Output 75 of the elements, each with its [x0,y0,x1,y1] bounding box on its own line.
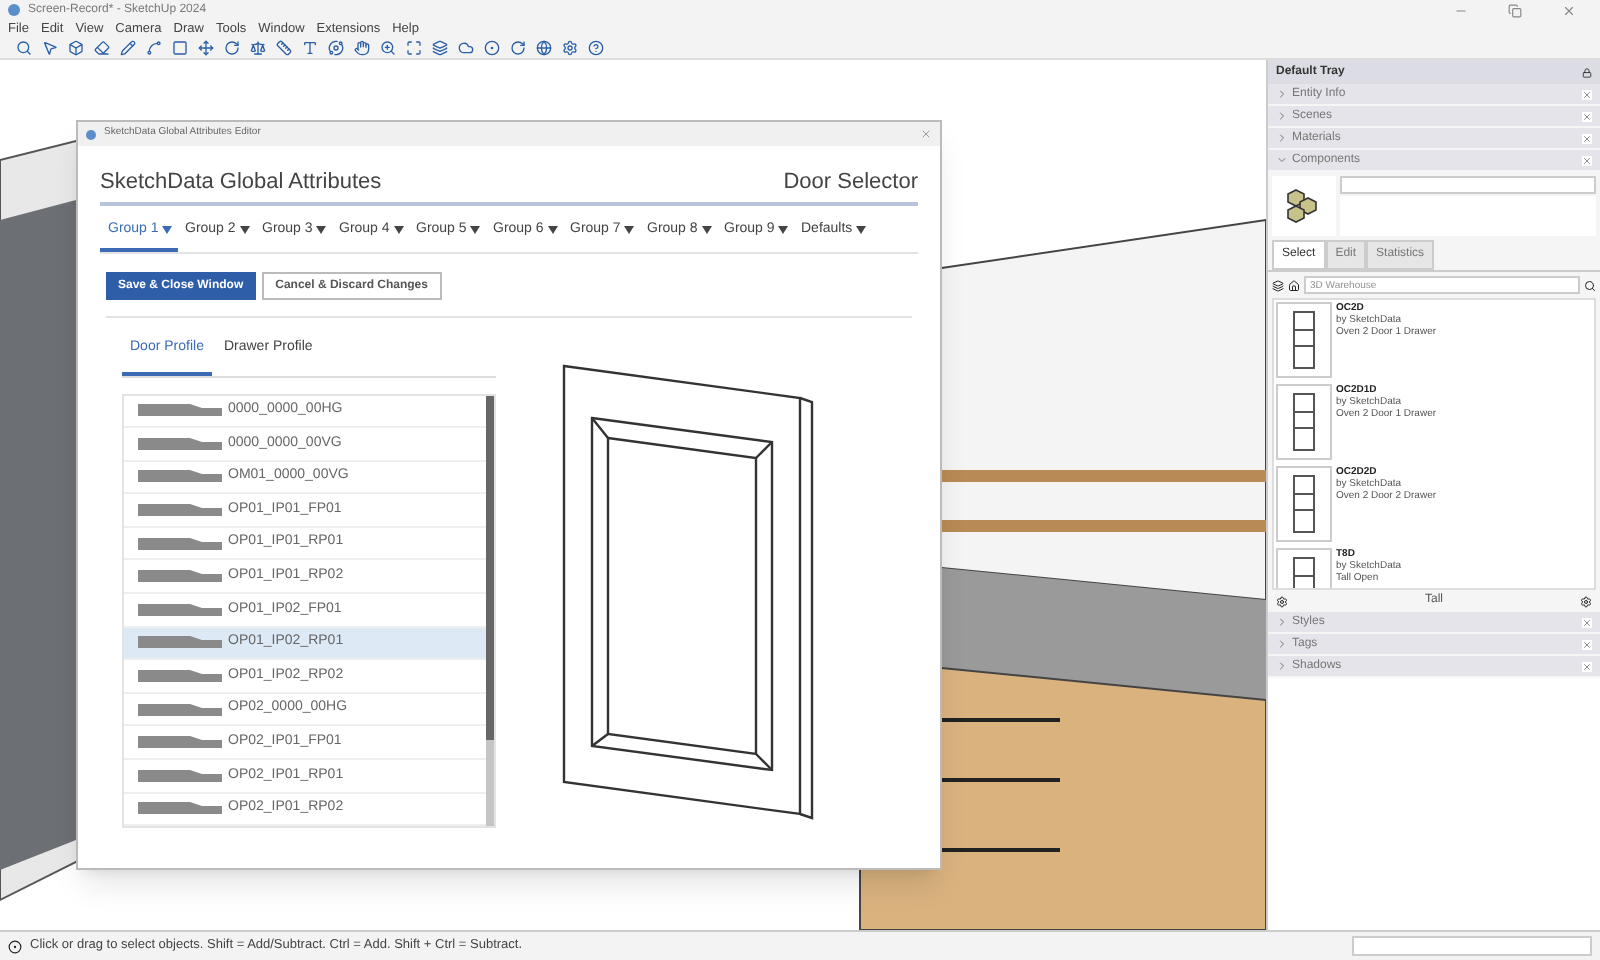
scale-icon[interactable] [250,40,266,56]
app-logo-icon [8,4,20,16]
curve-icon[interactable] [146,40,162,56]
close-icon[interactable] [1582,155,1592,165]
close-icon[interactable] [1582,661,1592,671]
caret-icon [856,225,867,234]
caret-icon [701,225,712,234]
component-thumbnail[interactable] [1276,302,1332,378]
scrollbar[interactable] [486,395,494,825]
component-thumbnail[interactable] [1276,384,1332,460]
ruler-icon[interactable] [276,40,292,56]
cabinet-icon [1292,310,1316,370]
profile-shape-icon [138,701,222,718]
box-icon[interactable] [68,40,84,56]
layers-icon[interactable] [432,40,448,56]
profile-shape-icon [138,468,222,485]
caret-icon [239,225,250,234]
help-icon[interactable] [588,40,604,56]
refresh-icon[interactable] [510,40,526,56]
measurements-field[interactable] [1352,936,1592,956]
dialog-heading: SketchData Global Attributes [100,168,382,198]
close-icon[interactable] [1582,133,1592,143]
pointer-icon[interactable] [42,40,58,56]
profile-shape-icon [138,601,222,618]
caret-icon [393,225,404,234]
search-icon[interactable] [1584,279,1596,291]
profile-shape-icon [138,767,222,784]
caret-icon [778,225,789,234]
close-button[interactable] [1562,3,1576,17]
profile-shape-icon [138,502,222,519]
pencil-icon[interactable] [120,40,136,56]
view-options-icon[interactable] [1272,279,1284,291]
close-icon[interactable] [1582,111,1592,121]
expand-icon[interactable] [406,40,422,56]
zoom-icon[interactable] [380,40,396,56]
rectangle-icon[interactable] [172,40,188,56]
cloud-icon[interactable] [458,40,474,56]
cabinet-icon [1292,474,1316,534]
caret-icon [162,225,173,234]
move-icon[interactable] [198,40,214,56]
search-icon[interactable] [16,40,32,56]
profile-shape-icon [138,435,222,452]
dialog-subheading: Door Selector [783,168,918,198]
globe-icon[interactable] [536,40,552,56]
settings-icon[interactable] [562,40,578,56]
orbit-icon[interactable] [328,40,344,56]
restore-button[interactable] [1508,3,1522,17]
app-logo-icon [86,129,96,139]
status-icon [8,939,22,953]
close-icon[interactable] [1582,89,1592,99]
profile-shape-icon [138,535,222,552]
caret-icon [547,225,558,234]
profile-shape-icon [138,668,222,685]
close-icon[interactable] [1582,617,1592,627]
caret-icon [316,225,327,234]
settings-icon[interactable] [1276,595,1288,607]
description-field[interactable] [1340,196,1596,236]
name-field[interactable] [1340,176,1596,194]
component-thumbnail[interactable] [1276,466,1332,542]
caret-icon [624,225,635,234]
rotate-icon[interactable] [224,40,240,56]
profile-shape-icon [138,568,222,585]
home-icon[interactable] [1288,279,1300,291]
profile-shape-icon [138,734,222,751]
hand-icon[interactable] [354,40,370,56]
text-icon[interactable] [302,40,318,56]
profile-shape-icon [138,634,222,651]
target-icon[interactable] [484,40,500,56]
caret-icon [470,225,481,234]
profile-shape-icon [138,800,222,817]
profile-shape-icon [138,402,222,419]
cabinet-icon [1292,392,1316,452]
settings-icon[interactable] [1579,595,1592,607]
close-icon[interactable] [1582,639,1592,649]
eraser-icon[interactable] [94,40,110,56]
